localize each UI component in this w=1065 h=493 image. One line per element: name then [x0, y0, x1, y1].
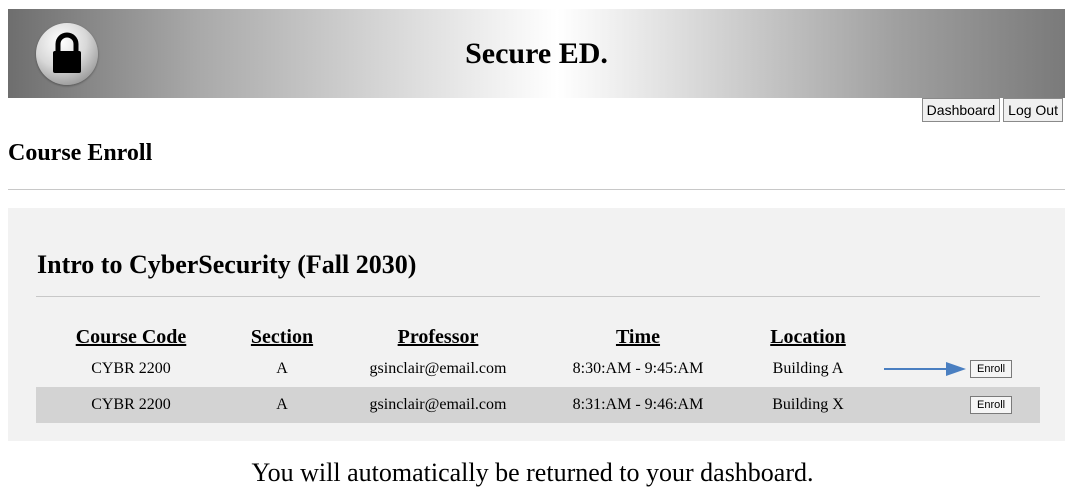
course-code-cell: CYBR 2200	[91, 360, 171, 377]
time-cell: 8:31:AM - 9:46:AM	[538, 387, 738, 423]
section-cell: A	[276, 360, 288, 377]
enroll-button[interactable]: Enroll	[970, 360, 1013, 378]
course-name: Intro to CyberSecurity (Fall 2030)	[37, 250, 417, 279]
course-code-cell: CYBR 2200	[36, 387, 226, 423]
professor-cell: gsinclair@email.com	[338, 387, 538, 423]
course-table: Course Code Section Professor Time Locat…	[36, 321, 1040, 423]
time-cell: 8:30:AM - 9:45:AM	[572, 360, 704, 377]
professor-cell: gsinclair@email.com	[369, 360, 507, 377]
action-cell: Enroll	[878, 387, 1040, 423]
site-title: Secure ED.	[465, 37, 608, 70]
divider	[8, 189, 1065, 190]
column-header-professor: Professor	[397, 326, 479, 348]
table-row: CYBR 2200 A gsinclair@email.com 8:31:AM …	[36, 387, 1040, 423]
location-cell: Building A	[772, 360, 844, 377]
column-header-time: Time	[615, 326, 661, 348]
column-header-location: Location	[770, 326, 846, 348]
enroll-button[interactable]: Enroll	[970, 396, 1013, 414]
column-header-section: Section	[250, 326, 314, 348]
action-cell: Enroll	[878, 351, 1040, 387]
footer-message: You will automatically be returned to yo…	[251, 458, 814, 487]
column-header-course-code: Course Code	[75, 326, 187, 348]
location-cell: Building X	[738, 387, 878, 423]
top-nav: Dashboard Log Out	[921, 98, 1063, 122]
dashboard-button[interactable]: Dashboard	[921, 98, 1001, 122]
table-row: CYBR 2200 A gsinclair@email.com 8:30:AM …	[36, 351, 1040, 387]
arrow-right-icon	[884, 362, 966, 376]
column-header-action	[878, 321, 1040, 351]
section-cell: A	[226, 387, 338, 423]
logout-button[interactable]: Log Out	[1003, 98, 1063, 122]
divider	[36, 296, 1040, 297]
table-header-row: Course Code Section Professor Time Locat…	[36, 321, 1040, 351]
header-banner: Secure ED.	[8, 9, 1065, 98]
course-panel: Intro to CyberSecurity (Fall 2030) Cours…	[8, 208, 1065, 441]
page-title: Course Enroll	[8, 140, 153, 166]
